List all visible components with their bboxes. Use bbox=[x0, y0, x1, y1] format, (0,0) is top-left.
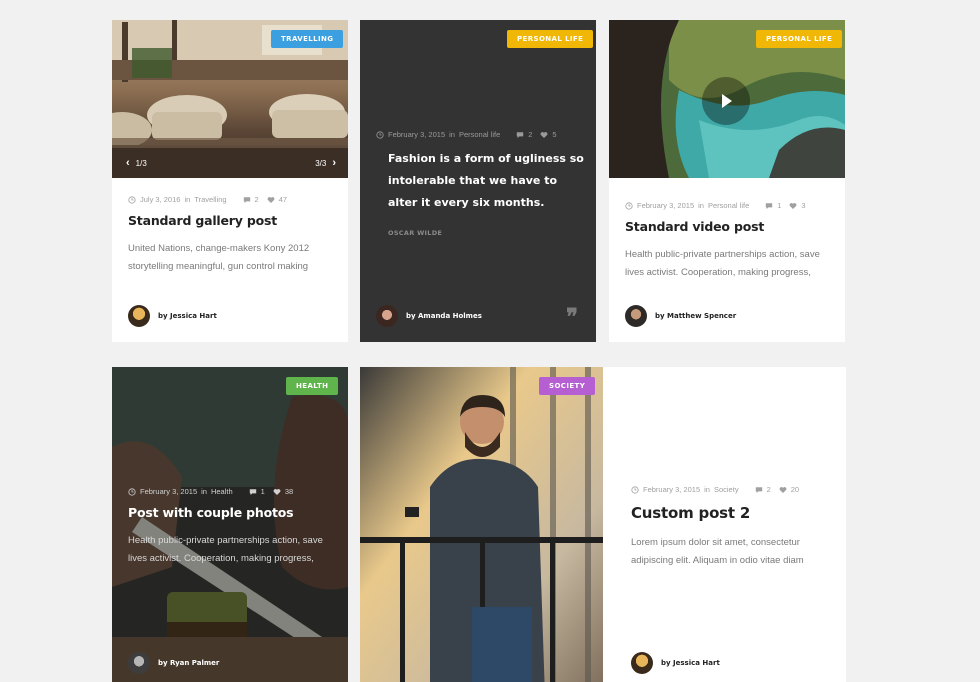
like-count[interactable]: 3 bbox=[801, 201, 805, 210]
author-name[interactable]: by Amanda Holmes bbox=[406, 312, 482, 320]
man-phone-photo bbox=[360, 367, 603, 682]
post-title[interactable]: Custom post 2 bbox=[631, 504, 750, 522]
like-count[interactable]: 20 bbox=[791, 485, 799, 494]
meta-in: in bbox=[704, 485, 710, 494]
gallery-counter-right: 3/3 bbox=[315, 158, 327, 168]
post-card-gallery[interactable]: ‹ 1/3 3/3 › TRAVELLING July 3, 2016 in T… bbox=[112, 20, 348, 342]
avatar bbox=[376, 305, 398, 327]
post-author[interactable]: by Matthew Spencer bbox=[625, 305, 736, 327]
like-count[interactable]: 47 bbox=[279, 195, 287, 204]
bread-photo bbox=[112, 367, 348, 682]
author-name[interactable]: by Jessica Hart bbox=[158, 312, 217, 320]
quote-author: OSCAR WILDE bbox=[388, 229, 443, 237]
comment-count[interactable]: 2 bbox=[255, 195, 259, 204]
post-image[interactable] bbox=[360, 367, 603, 682]
post-card-custom[interactable]: SOCIETY February 3, 2015 in Society 2 20… bbox=[360, 367, 846, 682]
post-date: February 3, 2015 bbox=[140, 487, 198, 496]
category-badge[interactable]: TRAVELLING bbox=[271, 30, 344, 48]
author-name[interactable]: by Jessica Hart bbox=[661, 659, 720, 667]
post-author[interactable]: by Amanda Holmes bbox=[376, 305, 482, 327]
post-author[interactable]: by Jessica Hart bbox=[631, 652, 720, 674]
gallery-nav-left[interactable]: ‹ 1/3 bbox=[126, 157, 147, 169]
category-badge[interactable]: SOCIETY bbox=[539, 377, 596, 395]
comment-count[interactable]: 1 bbox=[261, 487, 265, 496]
post-card-video[interactable]: PERSONAL LIFE February 3, 2015 in Person… bbox=[609, 20, 845, 342]
post-date: February 3, 2015 bbox=[388, 130, 446, 139]
avatar bbox=[625, 305, 647, 327]
post-excerpt: Lorem ipsum dolor sit amet, consectetur … bbox=[631, 537, 804, 566]
comment-icon bbox=[765, 202, 773, 210]
meta-in: in bbox=[449, 130, 455, 139]
comment-icon bbox=[249, 488, 257, 496]
category-badge[interactable]: HEALTH bbox=[286, 377, 339, 395]
comment-icon bbox=[516, 131, 524, 139]
post-card-photos[interactable]: HEALTH February 3, 2015 in Health 1 38 P… bbox=[112, 367, 348, 682]
avatar bbox=[128, 305, 150, 327]
comment-count[interactable]: 2 bbox=[767, 485, 771, 494]
category-link[interactable]: Travelling bbox=[194, 195, 226, 204]
quote-text[interactable]: Fashion is a form of ugliness so intoler… bbox=[388, 148, 584, 214]
comment-icon bbox=[755, 486, 763, 494]
post-date: February 3, 2015 bbox=[643, 485, 701, 494]
category-link[interactable]: Personal life bbox=[708, 201, 749, 210]
heart-icon bbox=[273, 488, 281, 496]
meta-in: in bbox=[698, 201, 704, 210]
post-meta: February 3, 2015 in Society 2 20 bbox=[631, 485, 799, 494]
chevron-left-icon[interactable]: ‹ bbox=[126, 157, 130, 169]
avatar bbox=[631, 652, 653, 674]
category-link[interactable]: Health bbox=[211, 487, 233, 496]
meta-in: in bbox=[201, 487, 207, 496]
gallery-nav-right[interactable]: 3/3 › bbox=[315, 157, 336, 169]
clock-icon bbox=[128, 488, 136, 496]
post-meta: February 3, 2015 in Health 1 38 bbox=[128, 487, 293, 496]
post-meta: February 3, 2015 in Personal life 1 3 bbox=[625, 201, 806, 210]
post-title[interactable]: Standard gallery post bbox=[128, 213, 277, 228]
meta-in: in bbox=[184, 195, 191, 204]
post-excerpt: United Nations, change-makers Kony 2012 … bbox=[128, 243, 310, 272]
heart-icon bbox=[779, 486, 787, 494]
post-title[interactable]: Standard video post bbox=[625, 219, 764, 234]
category-link[interactable]: Personal life bbox=[459, 130, 500, 139]
comment-count[interactable]: 1 bbox=[777, 201, 781, 210]
category-badge[interactable]: PERSONAL LIFE bbox=[507, 30, 594, 48]
like-count[interactable]: 38 bbox=[285, 487, 293, 496]
comment-icon bbox=[243, 196, 251, 204]
heart-icon bbox=[789, 202, 797, 210]
clock-icon bbox=[376, 131, 384, 139]
post-card-quote[interactable]: PERSONAL LIFE February 3, 2015 in Person… bbox=[360, 20, 596, 342]
category-link[interactable]: Society bbox=[714, 485, 739, 494]
play-icon[interactable] bbox=[702, 77, 750, 125]
chevron-right-icon[interactable]: › bbox=[332, 157, 336, 169]
quote-icon: ❞ bbox=[566, 304, 578, 330]
clock-icon bbox=[631, 486, 639, 494]
gallery-counter-left: 1/3 bbox=[135, 158, 147, 168]
heart-icon bbox=[267, 196, 275, 204]
category-badge[interactable]: PERSONAL LIFE bbox=[756, 30, 843, 48]
post-meta: February 3, 2015 in Personal life 2 5 bbox=[376, 130, 557, 139]
author-name[interactable]: by Ryan Palmer bbox=[158, 659, 219, 667]
heart-icon bbox=[540, 131, 548, 139]
post-author[interactable]: by Ryan Palmer bbox=[128, 652, 219, 674]
post-excerpt: Health public-private partnerships actio… bbox=[128, 535, 323, 564]
clock-icon bbox=[625, 202, 633, 210]
comment-count[interactable]: 2 bbox=[528, 130, 532, 139]
post-date: July 3, 2016 bbox=[140, 195, 181, 204]
author-name[interactable]: by Matthew Spencer bbox=[655, 312, 736, 320]
avatar bbox=[128, 652, 150, 674]
post-meta: July 3, 2016 in Travelling 2 47 bbox=[128, 195, 287, 204]
post-excerpt: Health public-private partnerships actio… bbox=[625, 249, 820, 278]
post-author[interactable]: by Jessica Hart bbox=[128, 305, 217, 327]
like-count[interactable]: 5 bbox=[552, 130, 556, 139]
post-date: February 3, 2015 bbox=[637, 201, 695, 210]
post-title[interactable]: Post with couple photos bbox=[128, 505, 294, 520]
clock-icon bbox=[128, 196, 136, 204]
